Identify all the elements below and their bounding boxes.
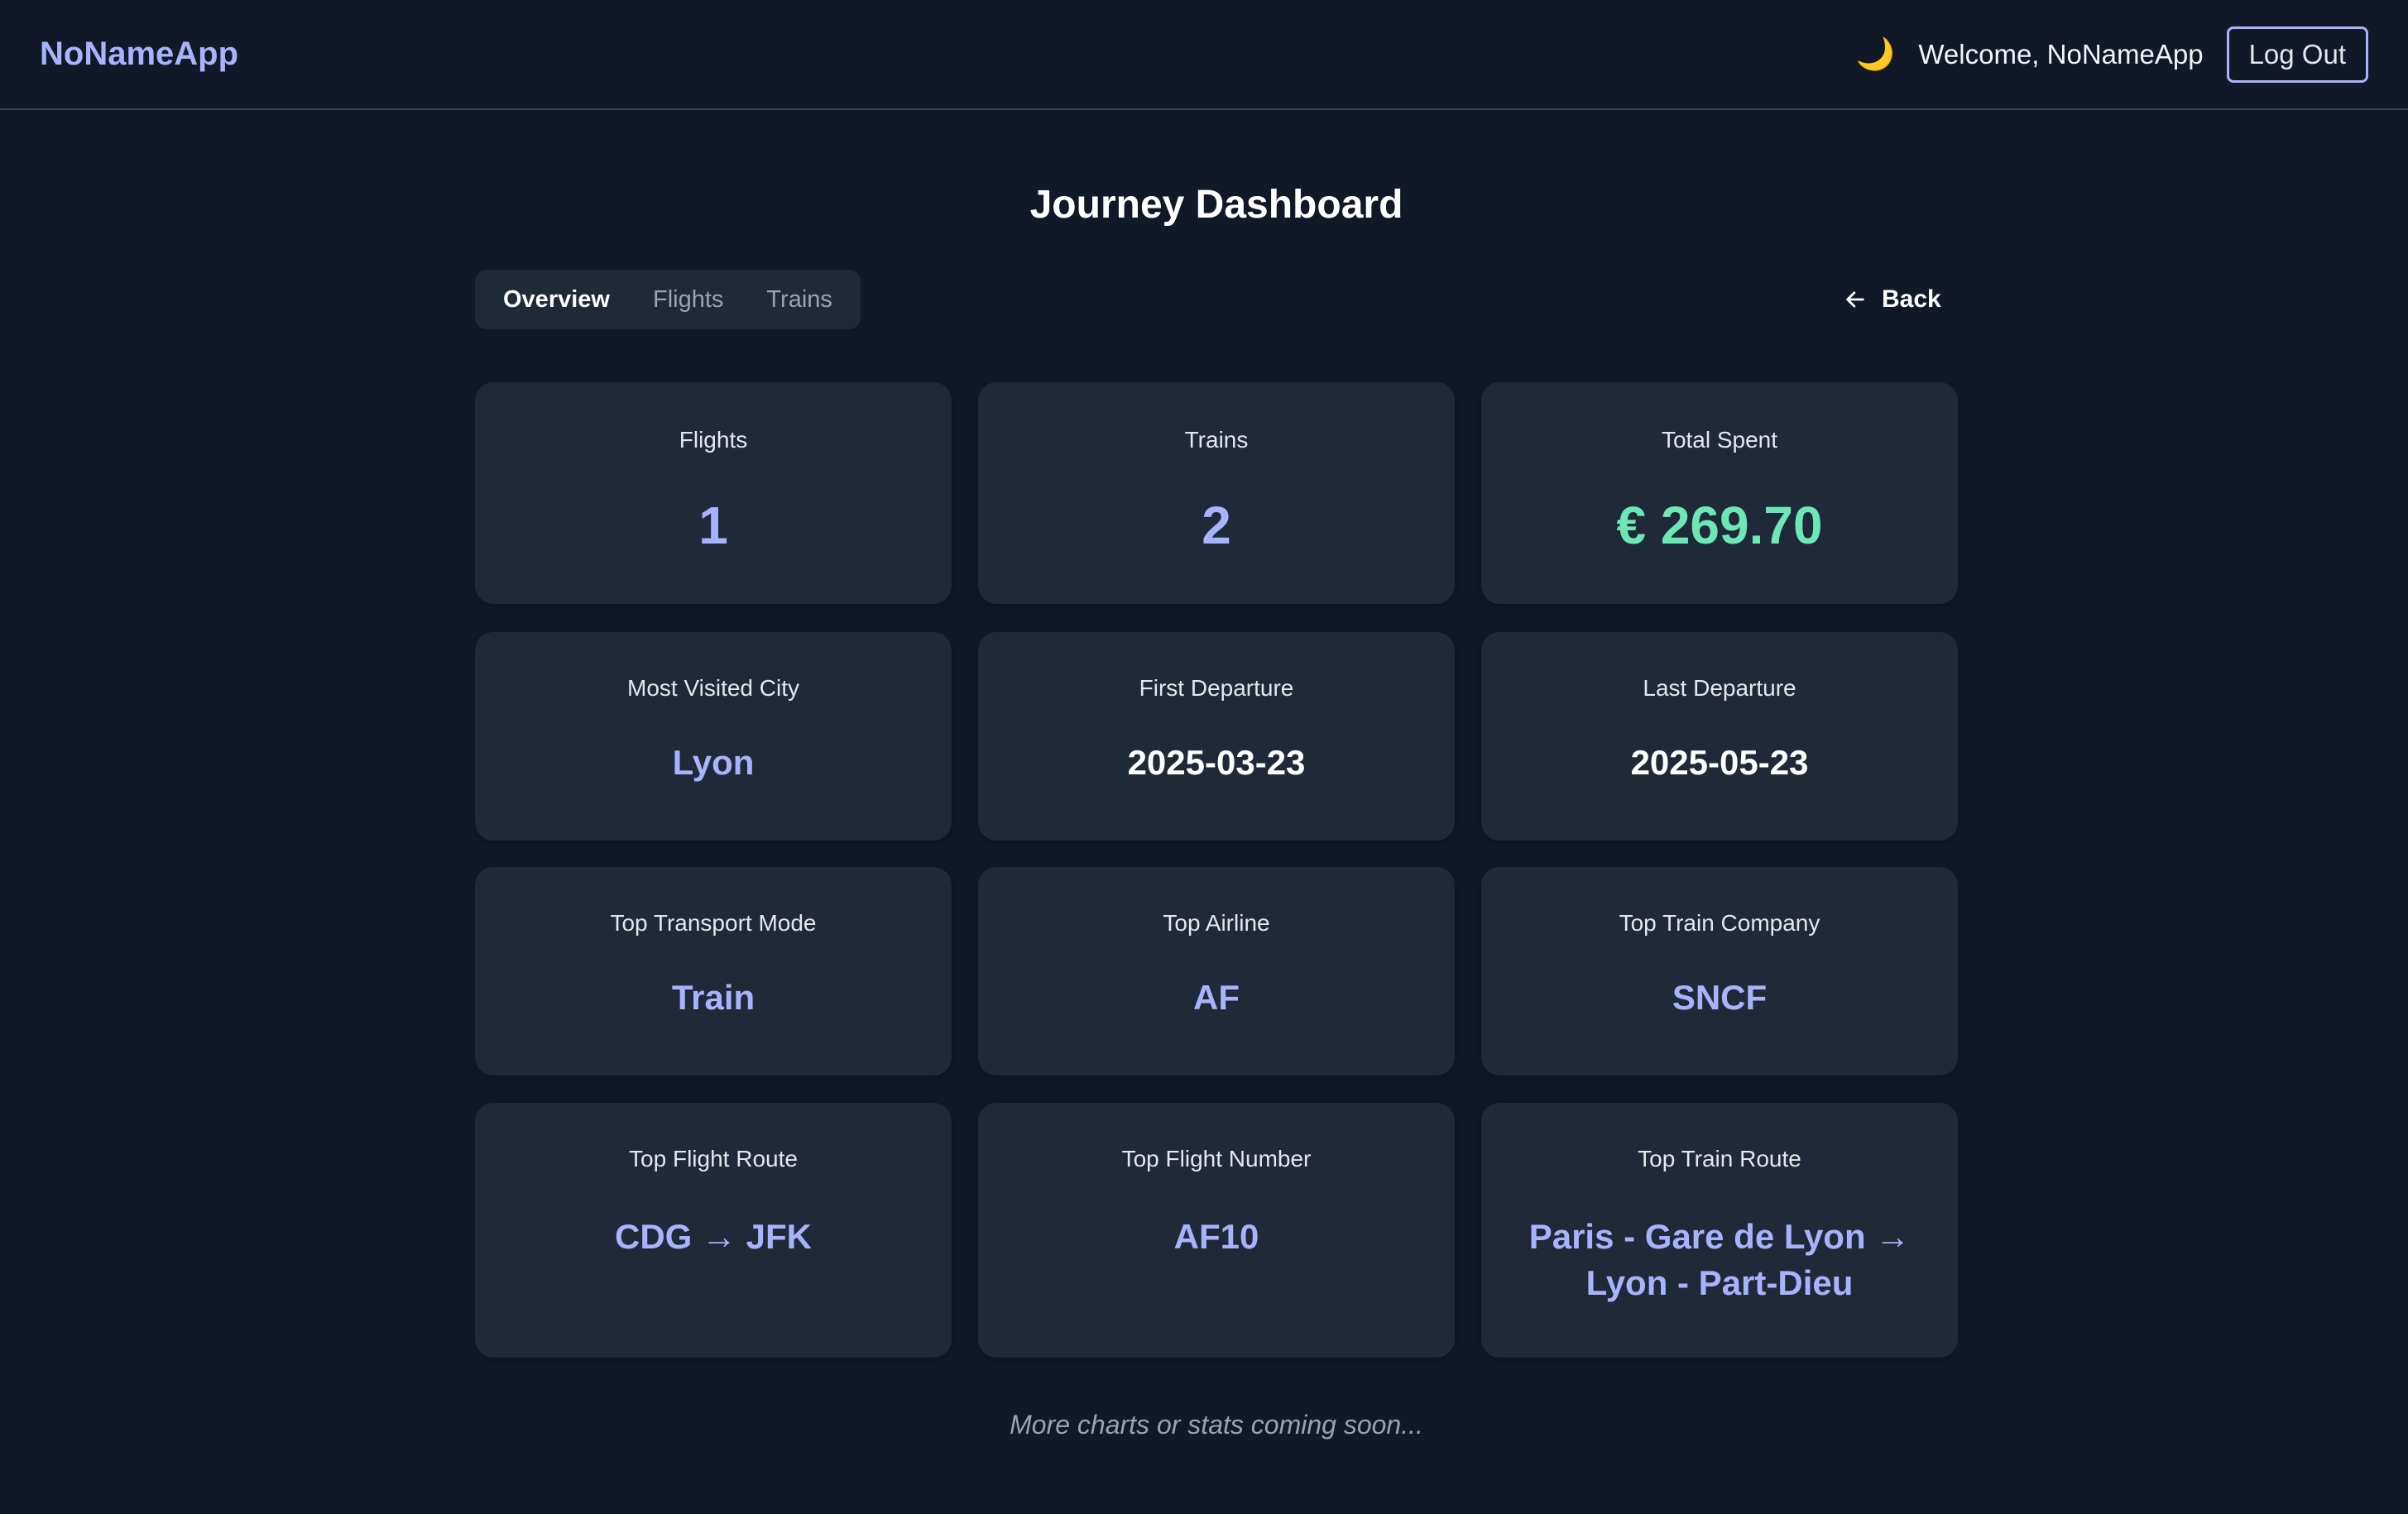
- stat-label: Top Transport Mode: [610, 910, 817, 936]
- stat-card-top-airline: Top Airline AF: [978, 867, 1455, 1076]
- stat-value: AF: [1193, 978, 1240, 1017]
- stat-label: First Departure: [1139, 675, 1294, 701]
- stat-card-first-departure: First Departure 2025-03-23: [978, 632, 1455, 841]
- stat-value: 2: [1202, 496, 1231, 555]
- stat-label: Top Train Route: [1638, 1146, 1801, 1171]
- stat-card-trains: Trains 2: [978, 382, 1455, 604]
- stat-card-top-flight-route: Top Flight Route CDG → JFK: [475, 1103, 952, 1358]
- welcome-text: Welcome, NoNameApp: [1918, 38, 2204, 69]
- stat-label: Last Departure: [1643, 675, 1796, 701]
- page-title: Journey Dashboard: [1029, 183, 1403, 227]
- stat-label: Flights: [679, 427, 748, 453]
- stat-card-top-flight-number: Top Flight Number AF10: [978, 1103, 1455, 1358]
- stat-value: Train: [671, 978, 755, 1017]
- stat-card-total-spent: Total Spent € 269.70: [1481, 382, 1958, 604]
- dashboard-tabs: Overview Flights Trains: [475, 270, 861, 329]
- tab-flights[interactable]: Flights: [631, 278, 745, 322]
- stat-value: AF10: [1173, 1217, 1259, 1256]
- stat-label: Top Train Company: [1619, 910, 1820, 936]
- stat-card-most-visited-city: Most Visited City Lyon: [475, 632, 952, 841]
- stat-value: € 269.70: [1616, 496, 1823, 555]
- stats-grid: Flights 1 Trains 2 Total Spent € 269.70 …: [475, 382, 1958, 1358]
- stat-value: SNCF: [1672, 978, 1768, 1017]
- stat-value: 1: [698, 496, 728, 555]
- stat-label: Top Flight Route: [629, 1146, 798, 1171]
- tab-overview[interactable]: Overview: [482, 278, 631, 322]
- stat-label: Top Flight Number: [1121, 1146, 1312, 1171]
- top-navbar: NoNameApp 🌙 Welcome, NoNameApp Log Out: [0, 0, 2408, 110]
- logout-button[interactable]: Log Out: [2226, 26, 2368, 83]
- stat-value: 2025-03-23: [1127, 743, 1306, 782]
- app-brand[interactable]: NoNameApp: [40, 36, 238, 73]
- footer-note: More charts or stats coming soon...: [1010, 1410, 1423, 1440]
- stat-label: Top Airline: [1163, 910, 1270, 936]
- arrow-left-icon: [1846, 291, 1864, 308]
- stat-label: Most Visited City: [627, 675, 799, 701]
- stat-label: Trains: [1184, 427, 1249, 453]
- stat-card-top-train-route: Top Train Route Paris - Gare de Lyon → L…: [1481, 1103, 1958, 1358]
- stat-card-flights: Flights 1: [475, 382, 952, 604]
- stat-value: Lyon: [672, 743, 755, 782]
- navbar-right: 🌙 Welcome, NoNameApp Log Out: [1855, 26, 2368, 83]
- stat-value: Paris - Gare de Lyon → Lyon - Part-Dieu: [1528, 1217, 1911, 1302]
- stat-value: CDG → JFK: [614, 1217, 812, 1256]
- stat-label: Total Spent: [1661, 427, 1778, 453]
- tab-trains[interactable]: Trains: [745, 278, 854, 322]
- back-label: Back: [1882, 285, 1941, 313]
- back-button[interactable]: Back: [1844, 278, 1941, 321]
- stat-card-top-train-company: Top Train Company SNCF: [1481, 867, 1958, 1076]
- stat-card-last-departure: Last Departure 2025-05-23: [1481, 632, 1958, 841]
- moon-icon[interactable]: 🌙: [1855, 36, 1895, 73]
- stat-value: 2025-05-23: [1630, 743, 1809, 782]
- stat-card-top-transport-mode: Top Transport Mode Train: [475, 867, 952, 1076]
